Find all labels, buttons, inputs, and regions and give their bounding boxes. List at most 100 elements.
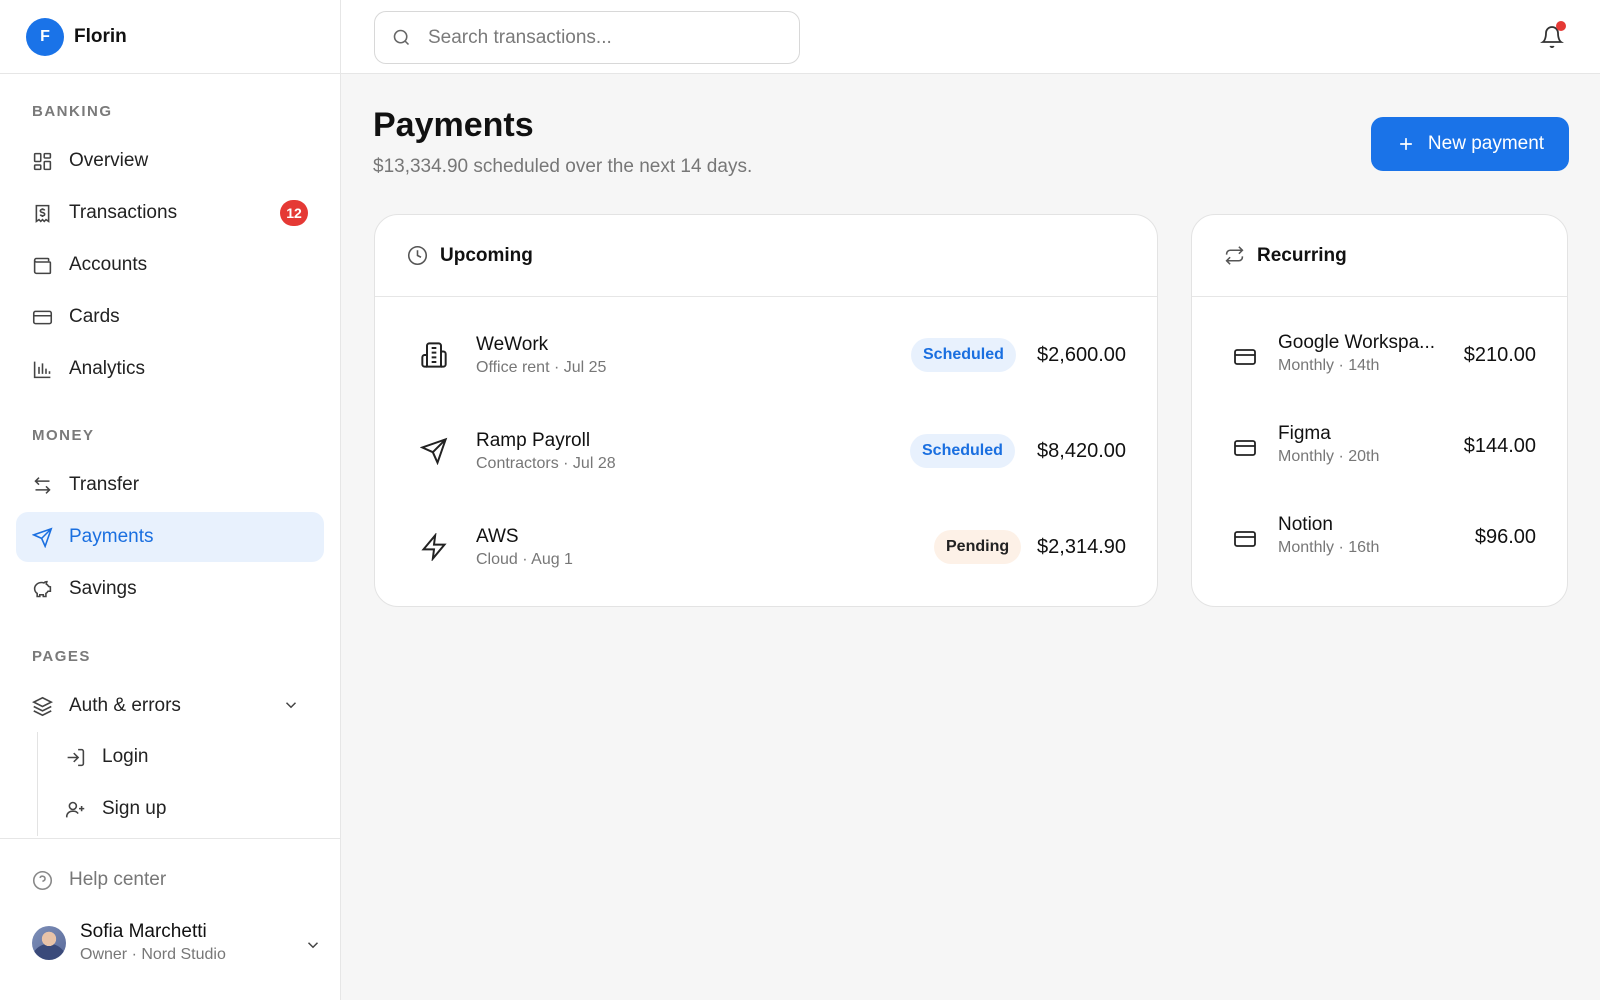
recurring-row-google-workspace[interactable]: Google Workspa... Monthly · 14th $210.00 bbox=[1192, 312, 1567, 403]
payee-name: AWS bbox=[476, 525, 519, 547]
section-label-money: MONEY bbox=[32, 427, 95, 444]
send-icon bbox=[32, 526, 53, 548]
brand[interactable]: F Florin bbox=[0, 0, 340, 74]
sidebar-item-cards[interactable]: Cards bbox=[16, 292, 324, 342]
user-name: Sofia Marchetti bbox=[80, 921, 207, 942]
transfer-arrows-icon bbox=[34, 476, 51, 494]
credit-card-icon bbox=[1234, 531, 1256, 547]
upcoming-row-ramp-payroll[interactable]: Ramp Payroll Contractors · Jul 28 Schedu… bbox=[375, 403, 1157, 499]
search-icon bbox=[393, 29, 410, 46]
subscription-name: Notion bbox=[1278, 514, 1333, 535]
wallet-icon bbox=[33, 257, 52, 274]
recurring-row-text: Notion Monthly · 16th bbox=[1278, 514, 1379, 557]
clock-icon bbox=[407, 245, 428, 266]
subscription-name: Google Workspa... bbox=[1278, 332, 1436, 353]
subscription-amount: $144.00 bbox=[1463, 435, 1536, 457]
upcoming-row-text: WeWork Office rent · Jul 25 bbox=[476, 334, 606, 377]
credit-card-icon bbox=[1234, 440, 1256, 456]
top-bar bbox=[341, 0, 1600, 74]
help-center-link[interactable]: Help center bbox=[32, 869, 166, 891]
sidebar-item-label: Savings bbox=[69, 578, 137, 599]
sidebar-footer: Help center Sofia Marchetti Owner · Nord… bbox=[0, 838, 340, 1000]
sidebar-item-label: Transfer bbox=[69, 474, 140, 495]
sidebar-item-savings[interactable]: Savings bbox=[16, 564, 324, 614]
subscription-amount: $210.00 bbox=[1463, 344, 1536, 366]
recurring-card-title: Recurring bbox=[1257, 244, 1347, 266]
sidebar-group-label: Auth & errors bbox=[69, 695, 181, 716]
notification-dot bbox=[1556, 21, 1566, 31]
sidebar-item-overview[interactable]: Overview bbox=[16, 136, 324, 186]
new-payment-label: New payment bbox=[1427, 133, 1545, 154]
section-label-banking: BANKING bbox=[32, 103, 113, 120]
user-profile[interactable]: Sofia Marchetti Owner · Nord Studio bbox=[32, 921, 319, 964]
sidebar-item-accounts[interactable]: Accounts bbox=[16, 240, 324, 290]
recurring-card-header: Recurring bbox=[1192, 215, 1567, 297]
upcoming-row-aws[interactable]: AWS Cloud · Aug 1 Pending $2,314.90 bbox=[375, 499, 1157, 595]
credit-card-icon bbox=[32, 310, 53, 324]
status-badge: Scheduled bbox=[910, 434, 1015, 468]
sidebar-item-transactions[interactable]: Transactions 12 bbox=[16, 188, 324, 238]
upcoming-card-header: Upcoming bbox=[375, 215, 1157, 297]
subscription-meta: Monthly · 20th bbox=[1278, 448, 1380, 465]
chevron-down-icon[interactable] bbox=[304, 936, 322, 954]
payee-name: WeWork bbox=[476, 333, 549, 355]
payee-meta: Cloud · Aug 1 bbox=[476, 550, 573, 568]
upcoming-row-text: Ramp Payroll Contractors · Jul 28 bbox=[476, 430, 616, 473]
help-center-label: Help center bbox=[69, 869, 167, 890]
status-badge: Scheduled bbox=[911, 338, 1016, 372]
subscription-meta: Monthly · 16th bbox=[1278, 539, 1380, 556]
notification-count-badge: 12 bbox=[280, 200, 308, 226]
sidebar-item-login[interactable]: Login bbox=[49, 732, 324, 782]
sidebar-item-transfer[interactable]: Transfer bbox=[16, 460, 324, 510]
sidebar-item-analytics[interactable]: Analytics bbox=[16, 344, 324, 394]
sidebar-item-payments[interactable]: Payments bbox=[16, 512, 324, 562]
payee-meta: Contractors · Jul 28 bbox=[476, 454, 616, 472]
building-icon bbox=[421, 342, 447, 368]
sidebar-item-label: Overview bbox=[69, 150, 149, 171]
payee-name: Ramp Payroll bbox=[476, 429, 591, 451]
lightning-icon bbox=[421, 533, 447, 561]
brand-name: Florin bbox=[74, 25, 127, 47]
sidebar-item-label: Accounts bbox=[69, 254, 148, 275]
recurring-row-figma[interactable]: Figma Monthly · 20th $144.00 bbox=[1192, 403, 1567, 494]
sidebar: F Florin BANKING Overview Transactions 1… bbox=[0, 0, 341, 1000]
upcoming-row-text: AWS Cloud · Aug 1 bbox=[476, 526, 573, 569]
sidebar-item-label: Payments bbox=[69, 526, 154, 547]
sidebar-item-sign-up[interactable]: Sign up bbox=[49, 784, 324, 834]
user-plus-icon bbox=[65, 801, 85, 817]
new-payment-button[interactable]: New payment bbox=[1371, 117, 1569, 171]
page-title: Payments bbox=[373, 106, 534, 144]
sidebar-item-label: Login bbox=[102, 746, 149, 767]
chevron-down-icon[interactable] bbox=[282, 696, 300, 714]
bar-chart-icon bbox=[33, 361, 51, 378]
recurring-row-text: Google Workspa... Monthly · 14th bbox=[1278, 332, 1435, 375]
plus-icon bbox=[1400, 138, 1412, 150]
recurring-row-notion[interactable]: Notion Monthly · 16th $96.00 bbox=[1192, 494, 1567, 585]
search-box[interactable] bbox=[374, 11, 800, 64]
page-subtitle: $13,334.90 scheduled over the next 14 da… bbox=[373, 156, 753, 177]
subscription-name: Figma bbox=[1278, 423, 1331, 444]
payment-amount: $2,314.90 bbox=[1037, 535, 1126, 558]
section-label-pages: PAGES bbox=[32, 648, 91, 665]
avatar bbox=[32, 925, 66, 960]
subscription-meta: Monthly · 14th bbox=[1278, 357, 1380, 374]
grid-icon bbox=[33, 152, 52, 170]
sidebar-item-label: Transactions bbox=[69, 202, 178, 223]
brand-logo: F bbox=[26, 17, 64, 56]
upcoming-card-title: Upcoming bbox=[440, 244, 533, 266]
search-input[interactable] bbox=[428, 26, 788, 49]
submenu-guide-line bbox=[37, 732, 38, 836]
payment-amount: $8,420.00 bbox=[1037, 439, 1126, 462]
help-circle-icon bbox=[32, 870, 53, 890]
send-icon bbox=[420, 437, 448, 465]
sidebar-group-auth-errors[interactable]: Auth & errors bbox=[16, 681, 324, 731]
upcoming-row-wework[interactable]: WeWork Office rent · Jul 25 Scheduled $2… bbox=[375, 307, 1157, 403]
layers-icon bbox=[32, 696, 53, 716]
receipt-icon bbox=[35, 204, 50, 223]
repeat-icon bbox=[1225, 246, 1244, 265]
status-badge: Pending bbox=[934, 530, 1022, 564]
upcoming-card: Upcoming WeWork Office rent · Jul 25 Sch… bbox=[374, 214, 1158, 607]
user-role: Owner · Nord Studio bbox=[80, 946, 226, 963]
sidebar-item-label: Analytics bbox=[69, 358, 146, 379]
credit-card-icon bbox=[1234, 349, 1256, 365]
